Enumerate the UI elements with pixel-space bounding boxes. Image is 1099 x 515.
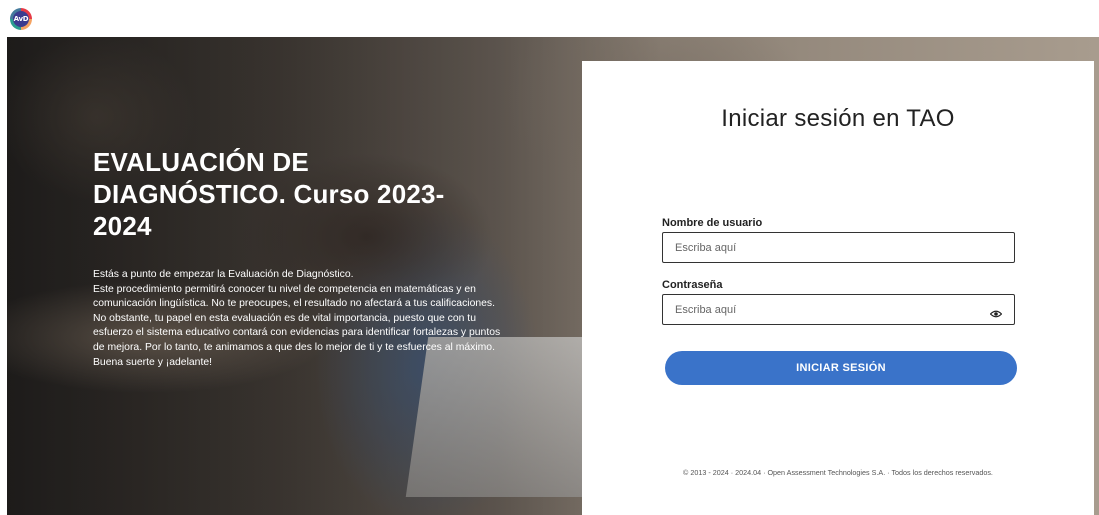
hero-description: Estás a punto de empezar la Evaluación d… (93, 268, 503, 370)
eye-icon[interactable] (990, 309, 1002, 319)
avd-logo-icon: AvD (10, 8, 32, 30)
login-button[interactable]: INICIAR SESIÓN (665, 351, 1017, 385)
copyright-footer: © 2013 - 2024 · 2024.04 · Open Assessmen… (683, 468, 993, 477)
username-label: Nombre de usuario (662, 217, 763, 229)
login-card: Iniciar sesión en TAO Nombre de usuario … (582, 61, 1094, 515)
hero-paragraph: Estás a punto de empezar la Evaluación d… (93, 269, 354, 280)
password-input[interactable] (662, 294, 1015, 325)
hero-paragraph: Este procedimiento permitirá conocer tu … (93, 283, 495, 310)
username-input[interactable] (662, 232, 1015, 263)
logo-text: AvD (13, 11, 29, 27)
hero-title: EVALUACIÓN DE DIAGNÓSTICO. Curso 2023-20… (93, 147, 445, 241)
login-title: Iniciar sesión en TAO (721, 105, 955, 132)
password-label: Contraseña (662, 279, 723, 291)
top-bar: AvD (0, 0, 1099, 37)
hero-paragraph: No obstante, tu papel en esta evaluación… (93, 312, 501, 353)
hero-paragraph: Buena suerte y ¡adelante! (93, 356, 212, 368)
